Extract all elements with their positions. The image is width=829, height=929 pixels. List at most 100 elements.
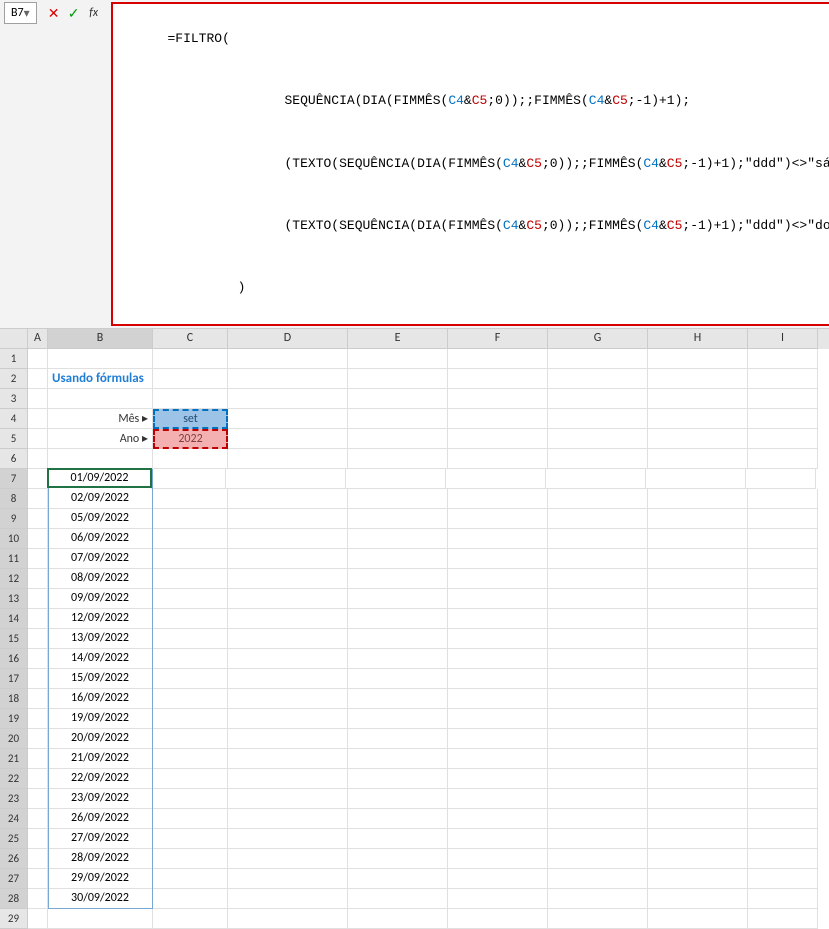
cell[interactable]	[348, 529, 448, 549]
cell[interactable]	[648, 749, 748, 769]
cell[interactable]	[28, 829, 48, 849]
cell[interactable]: 28/09/2022	[48, 849, 153, 869]
cell[interactable]	[228, 669, 348, 689]
cell[interactable]	[748, 429, 818, 449]
cell[interactable]	[348, 509, 448, 529]
cell[interactable]	[153, 649, 228, 669]
cell[interactable]: 22/09/2022	[48, 769, 153, 789]
row-header[interactable]: 1	[0, 349, 28, 369]
cell[interactable]	[648, 869, 748, 889]
cell[interactable]	[548, 849, 648, 869]
cell[interactable]	[448, 709, 548, 729]
cell[interactable]	[228, 829, 348, 849]
cell[interactable]	[748, 569, 818, 589]
cell[interactable]: 15/09/2022	[48, 669, 153, 689]
cell[interactable]	[748, 869, 818, 889]
cell[interactable]	[548, 649, 648, 669]
column-header[interactable]: G	[548, 329, 648, 349]
cell[interactable]	[648, 529, 748, 549]
cell[interactable]	[28, 669, 48, 689]
cell[interactable]	[28, 389, 48, 409]
cell[interactable]: 20/09/2022	[48, 729, 153, 749]
cell[interactable]	[648, 689, 748, 709]
cell[interactable]	[153, 549, 228, 569]
cell[interactable]	[153, 749, 228, 769]
formula-input[interactable]: =FILTRO( SEQUÊNCIA(DIA(FIMMÊS(C4&C5;0));…	[111, 2, 829, 326]
enter-icon[interactable]: ✓	[65, 4, 83, 22]
cell[interactable]	[548, 909, 648, 929]
cell[interactable]	[48, 449, 153, 469]
cell[interactable]	[648, 509, 748, 529]
cell[interactable]	[348, 829, 448, 849]
cell[interactable]	[648, 849, 748, 869]
cell[interactable]	[153, 449, 228, 469]
cell[interactable]	[348, 589, 448, 609]
cell[interactable]	[448, 669, 548, 689]
cell[interactable]	[28, 609, 48, 629]
cell[interactable]	[448, 649, 548, 669]
cell[interactable]	[748, 789, 818, 809]
cell[interactable]	[153, 829, 228, 849]
cell[interactable]	[448, 529, 548, 549]
cell[interactable]	[548, 389, 648, 409]
cell[interactable]	[448, 369, 548, 389]
cell[interactable]	[648, 629, 748, 649]
row-header[interactable]: 27	[0, 869, 28, 889]
row-header[interactable]: 5	[0, 429, 28, 449]
cell[interactable]	[448, 609, 548, 629]
cell[interactable]: 27/09/2022	[48, 829, 153, 849]
cell[interactable]	[28, 909, 48, 929]
cell[interactable]	[648, 569, 748, 589]
cell[interactable]	[348, 429, 448, 449]
cancel-icon[interactable]: ✕	[45, 4, 63, 22]
cell[interactable]	[748, 689, 818, 709]
cell[interactable]	[348, 809, 448, 829]
cell[interactable]	[228, 569, 348, 589]
cell[interactable]	[228, 429, 348, 449]
cell[interactable]	[548, 749, 648, 769]
cell[interactable]	[228, 529, 348, 549]
cell[interactable]	[348, 489, 448, 509]
cell[interactable]	[748, 529, 818, 549]
cell[interactable]	[28, 409, 48, 429]
cell[interactable]	[648, 889, 748, 909]
cell[interactable]	[648, 829, 748, 849]
cell[interactable]	[748, 549, 818, 569]
cell[interactable]	[348, 849, 448, 869]
select-all-corner[interactable]	[0, 329, 28, 349]
cell[interactable]	[448, 589, 548, 609]
cell[interactable]	[228, 689, 348, 709]
cell[interactable]	[228, 809, 348, 829]
cell[interactable]	[28, 569, 48, 589]
cell[interactable]: 07/09/2022	[48, 549, 153, 569]
cell[interactable]	[548, 609, 648, 629]
cell[interactable]	[228, 649, 348, 669]
row-header[interactable]: 10	[0, 529, 28, 549]
cell[interactable]	[48, 349, 153, 369]
cell[interactable]	[748, 909, 818, 929]
cell[interactable]	[228, 409, 348, 429]
cell[interactable]	[748, 369, 818, 389]
cell[interactable]	[448, 869, 548, 889]
column-header[interactable]: D	[228, 329, 348, 349]
cell[interactable]	[228, 549, 348, 569]
cell[interactable]	[748, 389, 818, 409]
row-header[interactable]: 23	[0, 789, 28, 809]
cell[interactable]	[228, 369, 348, 389]
cell[interactable]	[228, 389, 348, 409]
cell[interactable]: 14/09/2022	[48, 649, 153, 669]
cell[interactable]	[28, 629, 48, 649]
cell[interactable]	[448, 809, 548, 829]
cell[interactable]	[748, 449, 818, 469]
cell[interactable]	[153, 849, 228, 869]
cell[interactable]	[28, 889, 48, 909]
row-header[interactable]: 3	[0, 389, 28, 409]
cell[interactable]	[28, 729, 48, 749]
cell[interactable]	[648, 549, 748, 569]
cell[interactable]	[28, 689, 48, 709]
cell[interactable]	[348, 729, 448, 749]
cell[interactable]	[448, 549, 548, 569]
cell[interactable]	[448, 449, 548, 469]
cell[interactable]	[748, 829, 818, 849]
cell[interactable]	[153, 869, 228, 889]
